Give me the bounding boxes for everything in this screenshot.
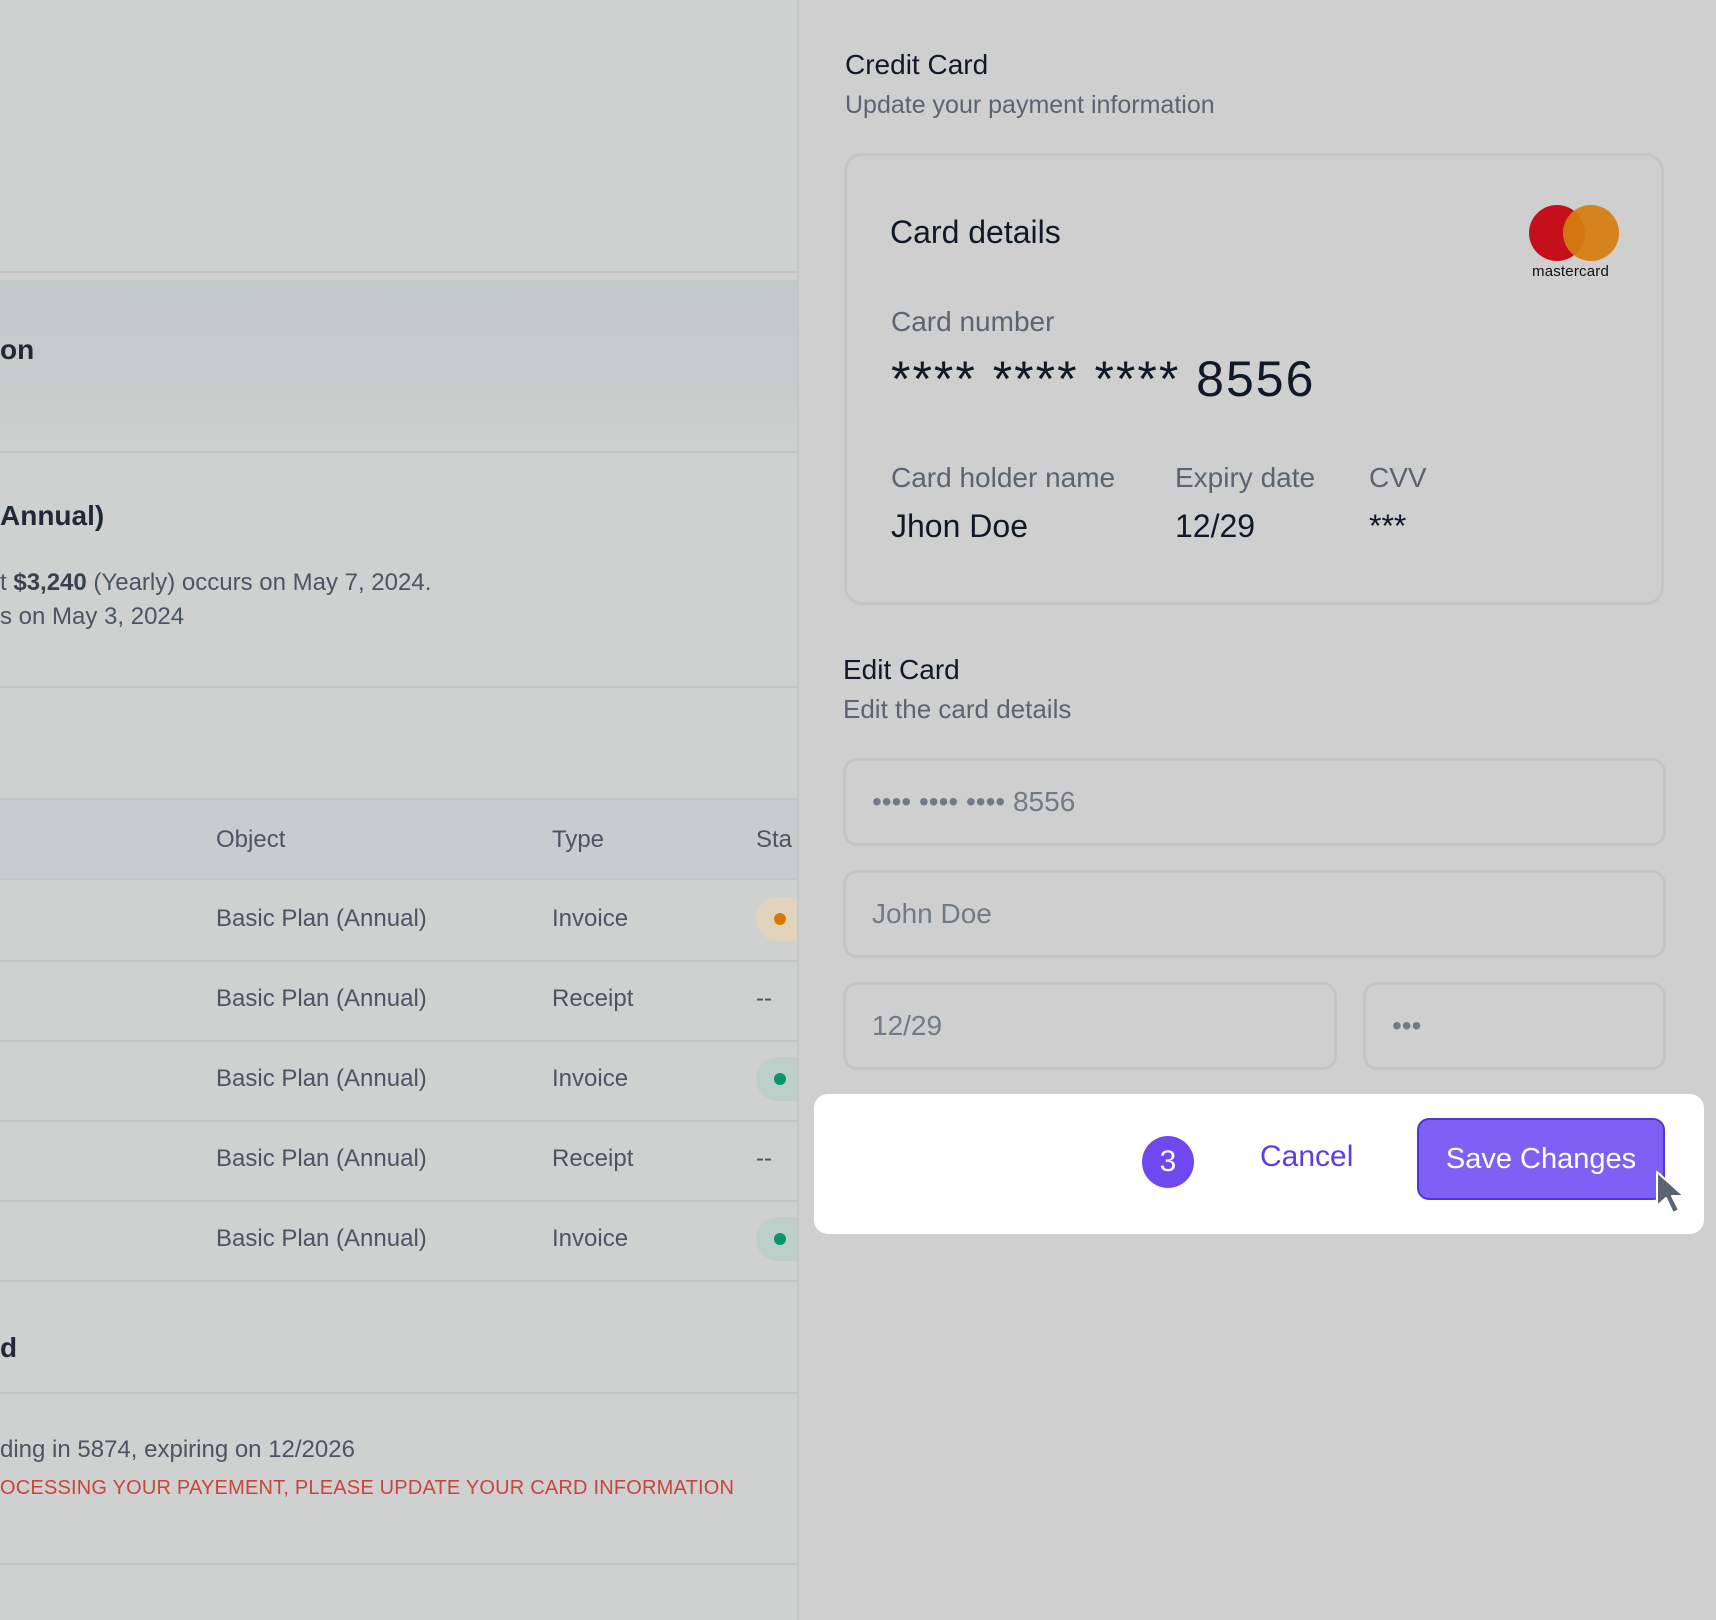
table-cell-status: --	[756, 1145, 772, 1172]
mastercard-logo-icon: mastercard	[1529, 205, 1625, 281]
expiry-date-field-value: 12/29	[872, 1010, 943, 1041]
divider	[0, 271, 797, 273]
panel-title: Credit Card	[845, 49, 989, 80]
table-cell-type: Invoice	[552, 905, 629, 932]
section-title: on	[0, 334, 35, 365]
card-holder-value: Jhon Doe	[891, 508, 1028, 544]
divider	[0, 1120, 797, 1122]
divider	[0, 451, 797, 453]
divider	[0, 1563, 797, 1565]
table-cell-type: Invoice	[552, 1065, 629, 1092]
edit-card-subtitle: Edit the card details	[843, 694, 1072, 724]
cvv-label: CVV	[1369, 462, 1427, 493]
divider	[0, 1040, 797, 1042]
table-header	[0, 800, 797, 878]
plan-title: Annual)	[0, 500, 105, 531]
status-badge	[756, 897, 797, 941]
expiry-date-label: Expiry date	[1175, 462, 1316, 493]
column-header-status: Sta	[756, 826, 793, 853]
expiry-date-field[interactable]: 12/29	[843, 982, 1337, 1070]
table-cell-object: Basic Plan (Annual)	[216, 1065, 427, 1092]
card-holder-label: Card holder name	[891, 462, 1116, 493]
divider	[0, 1200, 797, 1202]
table-cell-type: Receipt	[552, 1145, 634, 1172]
card-number-field[interactable]: •••• •••• •••• 8556	[843, 758, 1666, 846]
status-badge	[756, 1217, 797, 1261]
card-holder-field[interactable]: John Doe	[843, 870, 1666, 958]
card-number-field-value: •••• •••• •••• 8556	[872, 786, 1076, 817]
cvv-field-value: •••	[1392, 1010, 1422, 1041]
table-cell-type: Receipt	[552, 985, 634, 1012]
cvv-field[interactable]: •••	[1363, 982, 1666, 1070]
current-card-text: ding in 5874, expiring on 12/2026	[0, 1436, 355, 1463]
plan-renewal-text: t $3,240 (Yearly) occurs on May 7, 2024.	[0, 569, 432, 596]
table-cell-object: Basic Plan (Annual)	[216, 905, 427, 932]
cvv-value: ***	[1369, 508, 1407, 544]
table-cell-status: --	[756, 985, 772, 1012]
divider	[0, 1280, 797, 1282]
cursor-pointer-icon	[1656, 1171, 1685, 1214]
card-details-heading: Card details	[890, 214, 1061, 250]
divider	[0, 686, 797, 688]
card-number-value: **** **** **** 8556	[891, 351, 1316, 407]
column-header-type: Type	[552, 826, 605, 853]
expiry-date-value: 12/29	[1175, 508, 1256, 544]
card-holder-field-value: John Doe	[872, 898, 992, 929]
action-footer: 3 Cancel Save Changes	[814, 1094, 1704, 1234]
highlight-band	[0, 280, 797, 452]
payment-section-title: d	[0, 1332, 18, 1363]
divider	[0, 1392, 797, 1394]
card-brand: mastercard	[1532, 263, 1610, 280]
panel-subtitle: Update your payment information	[845, 91, 1215, 119]
save-changes-button[interactable]: Save Changes	[1417, 1118, 1665, 1200]
status-badge	[756, 1057, 797, 1101]
column-header-object: Object	[216, 826, 286, 853]
cancel-button[interactable]: Cancel	[1260, 1140, 1353, 1174]
divider	[0, 960, 797, 962]
payment-warning: OCESSING YOUR PAYEMENT, PLEASE UPDATE YO…	[0, 1477, 735, 1499]
status-dot-icon	[774, 1073, 786, 1085]
background-page: on Annual) t $3,240 (Yearly) occurs on M…	[0, 0, 797, 1620]
status-dot-icon	[774, 1233, 786, 1245]
credit-card-panel: Credit Card Update your payment informat…	[797, 0, 1716, 1620]
table-cell-type: Invoice	[552, 1225, 629, 1252]
table-cell-object: Basic Plan (Annual)	[216, 985, 427, 1012]
edit-card-title: Edit Card	[843, 654, 960, 685]
table-cell-object: Basic Plan (Annual)	[216, 1145, 427, 1172]
table-cell-object: Basic Plan (Annual)	[216, 1225, 427, 1252]
divider	[0, 878, 797, 880]
step-badge: 3	[1142, 1136, 1194, 1188]
status-dot-icon	[774, 913, 786, 925]
card-number-label: Card number	[891, 306, 1055, 337]
plan-date-text: s on May 3, 2024	[0, 603, 185, 630]
